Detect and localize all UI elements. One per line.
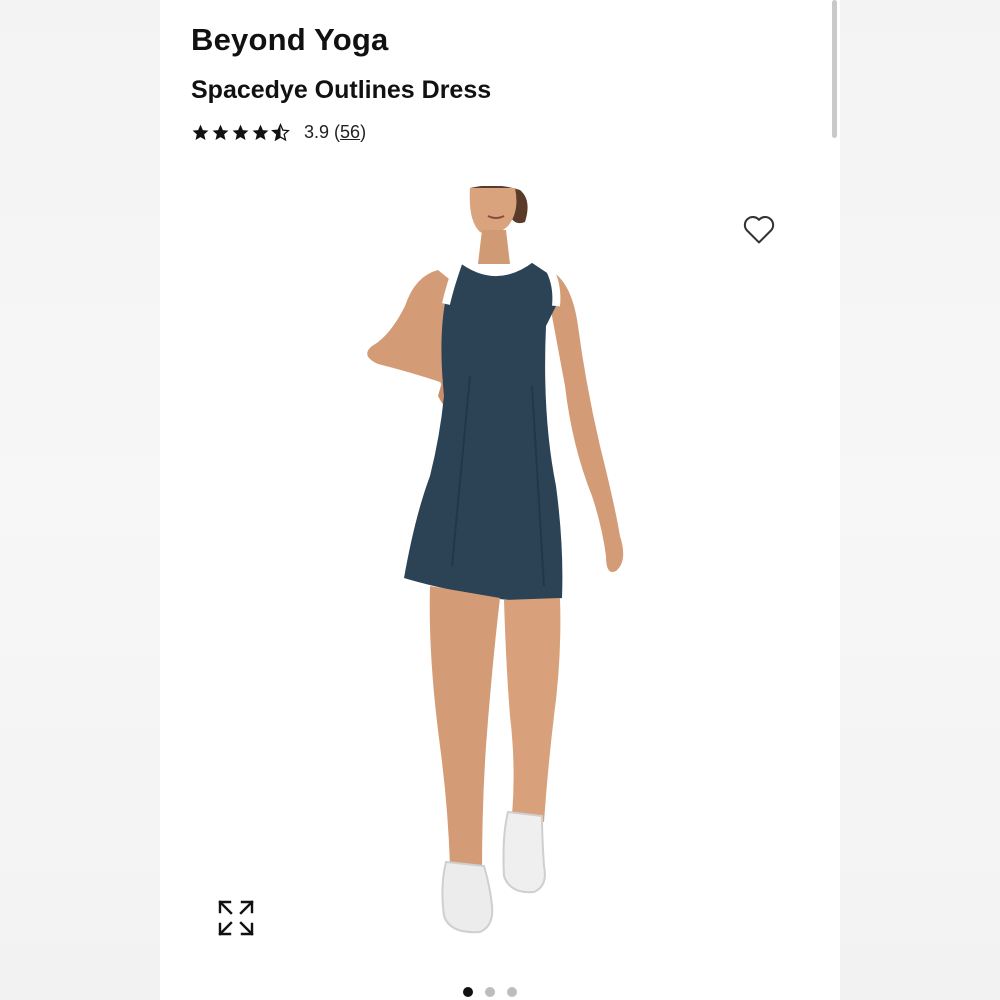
star-icon [192,124,209,140]
rating-stars [191,123,290,142]
background-right [840,0,1000,1000]
rating-value: 3.9 (56) [304,122,367,142]
heart-icon[interactable] [740,210,778,248]
product-photo[interactable] [320,186,680,946]
star-icon [232,124,249,140]
review-count-link[interactable]: 56 [340,122,360,142]
gallery-dot-2[interactable] [485,987,495,997]
background-left [0,0,160,1000]
product-rating[interactable]: 3.9 (56) [191,122,366,143]
half-star-icon [271,123,290,142]
star-icon [212,124,229,140]
gallery-dot-1[interactable] [463,987,473,997]
product-page: Beyond Yoga Spacedye Outlines Dress 3.9 … [160,0,840,1000]
brand-name[interactable]: Beyond Yoga [191,22,388,58]
gallery-pagination [463,987,517,997]
expand-icon[interactable] [216,898,256,938]
gallery-dot-3[interactable] [507,987,517,997]
product-title: Spacedye Outlines Dress [191,76,492,104]
scrollbar[interactable] [832,0,837,138]
star-icon [252,124,269,140]
